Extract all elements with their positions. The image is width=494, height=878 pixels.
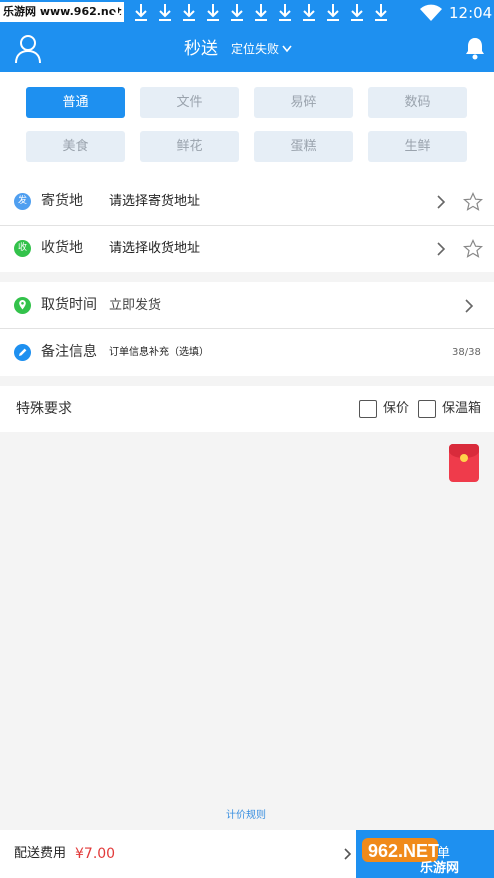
download-icon <box>374 3 388 21</box>
category-chip-cake[interactable]: 蛋糕 <box>254 131 353 162</box>
pickup-time-value: 立即发货 <box>109 298 162 313</box>
pickup-time-row[interactable]: 取货时间 立即发货 <box>0 282 494 329</box>
download-icon <box>302 3 316 21</box>
watermark-logo: 962.NET 乐游网 <box>362 838 459 874</box>
pencil-icon <box>14 344 31 361</box>
note-row[interactable]: 备注信息 订单信息补充（选填） 38/38 <box>0 329 494 376</box>
download-icon <box>326 3 340 21</box>
chevron-down-icon <box>282 45 292 53</box>
bell-icon[interactable] <box>464 36 486 60</box>
download-icon <box>134 3 148 21</box>
category-chip-normal[interactable]: 普通 <box>26 87 125 118</box>
download-icon <box>206 3 220 21</box>
receiver-label: 收货地 <box>41 240 83 256</box>
address-panel: 发 寄货地 请选择寄货地址 收 收货地 请选择收货地址 <box>0 178 494 272</box>
insurance-label: 保价 <box>383 401 410 416</box>
sender-label: 寄货地 <box>41 193 83 209</box>
note-input[interactable]: 订单信息补充（选填） <box>109 329 209 376</box>
svg-text:乐游网: 乐游网 <box>420 860 459 874</box>
download-icon <box>158 3 172 21</box>
location-label: 定位失败 <box>231 42 280 56</box>
app-bar: 秒送 定位失败 <box>0 26 494 72</box>
note-counter: 38/38 <box>452 347 481 358</box>
insurance-checkbox[interactable] <box>359 400 377 418</box>
pricing-rule-link[interactable]: 计价规则 <box>226 806 266 821</box>
special-requirements: 特殊要求 保价 保温箱 <box>0 386 494 432</box>
send-badge: 发 <box>14 193 31 210</box>
receiver-address-value: 请选择收货地址 <box>109 241 201 256</box>
download-icon <box>230 3 244 21</box>
location-selector[interactable]: 定位失败 <box>231 41 292 57</box>
user-icon[interactable] <box>14 34 42 64</box>
sender-address-row[interactable]: 发 寄货地 请选择寄货地址 <box>0 178 494 225</box>
category-chip-digital[interactable]: 数码 <box>368 87 467 118</box>
download-icon <box>110 3 124 21</box>
download-icon <box>278 3 292 21</box>
download-notifications <box>110 3 388 21</box>
note-label: 备注信息 <box>41 344 97 360</box>
location-pin-icon <box>14 297 31 314</box>
fee-value: ¥7.00 <box>75 846 116 862</box>
chevron-right-icon <box>465 299 474 313</box>
pickup-time-label: 取货时间 <box>41 297 97 313</box>
receiver-address-row[interactable]: 收 收货地 请选择收货地址 <box>0 225 494 272</box>
chevron-right-icon <box>437 242 446 256</box>
category-chip-fresh[interactable]: 生鲜 <box>368 131 467 162</box>
red-envelope-icon[interactable] <box>449 444 479 482</box>
category-chip-food[interactable]: 美食 <box>26 131 125 162</box>
status-bar: 乐游网 www.962.net 12:04 <box>0 0 494 26</box>
cooler-box-checkbox[interactable] <box>418 400 436 418</box>
fee-label: 配送费用 <box>14 846 67 861</box>
pickup-panel: 取货时间 立即发货 备注信息 订单信息补充（选填） 38/38 <box>0 282 494 376</box>
page-title: 秒送 <box>184 39 218 59</box>
cooler-box-label: 保温箱 <box>442 401 482 416</box>
wifi-icon <box>420 4 442 21</box>
special-title: 特殊要求 <box>16 401 72 417</box>
clock: 12:04 <box>449 4 493 22</box>
category-panel: 普通 文件 易碎 数码 美食 鲜花 蛋糕 生鲜 <box>0 72 494 178</box>
chevron-right-icon <box>437 195 446 209</box>
chevron-right-icon[interactable] <box>343 847 352 861</box>
download-icon <box>350 3 364 21</box>
red-envelope-coin <box>460 454 468 462</box>
sender-address-value: 请选择寄货地址 <box>109 194 201 209</box>
watermark-label: 乐游网 www.962.net <box>0 2 125 22</box>
category-chip-fragile[interactable]: 易碎 <box>254 87 353 118</box>
star-icon[interactable] <box>463 192 483 212</box>
download-icon <box>254 3 268 21</box>
star-icon[interactable] <box>463 239 483 259</box>
download-icon <box>182 3 196 21</box>
svg-text:962.NET: 962.NET <box>368 841 439 861</box>
category-chip-flowers[interactable]: 鲜花 <box>140 131 239 162</box>
category-chip-document[interactable]: 文件 <box>140 87 239 118</box>
receive-badge: 收 <box>14 240 31 257</box>
